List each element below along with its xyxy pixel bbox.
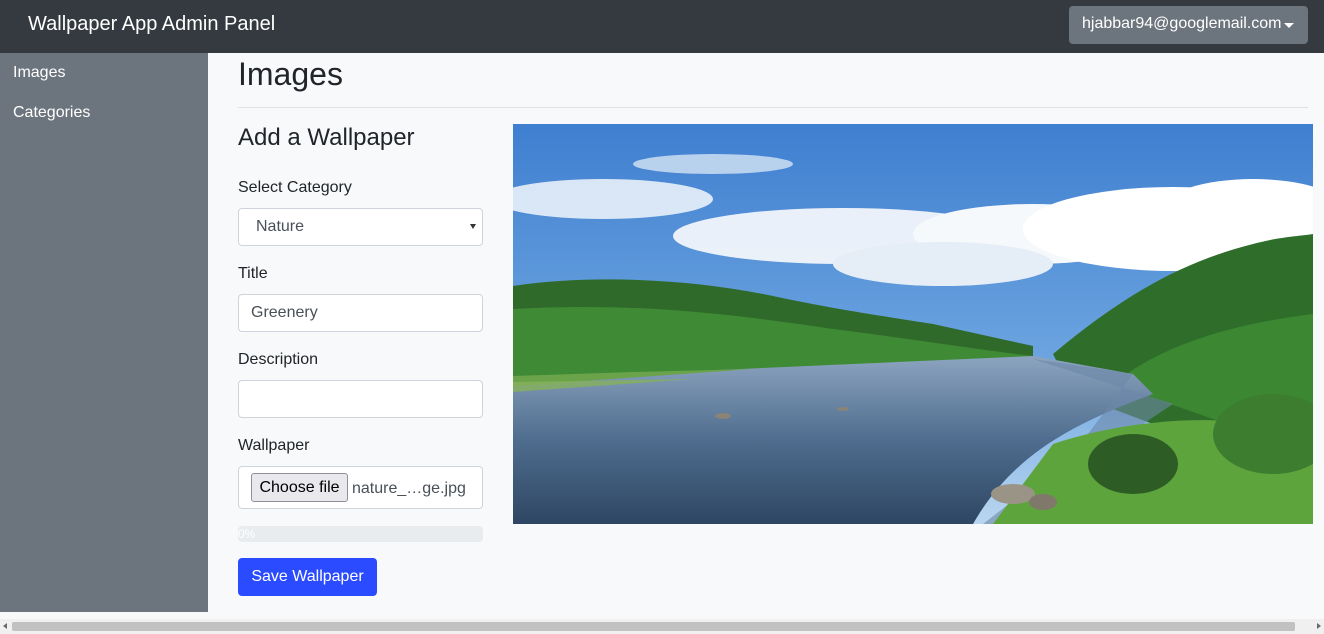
scroll-left-arrow-icon[interactable] [3,623,7,629]
category-select[interactable]: Nature [238,208,483,246]
sidebar: Images Categories [0,53,208,612]
category-selected-value: Nature [256,218,305,235]
selected-file-name: nature_…ge.jpg [352,480,466,497]
wallpaper-preview-image [513,124,1313,524]
page-title: Images [238,56,343,92]
caret-down-icon [1284,23,1294,28]
wallpaper-file-input[interactable]: Choose file nature_…ge.jpg [238,466,483,509]
form-heading: Add a Wallpaper [238,124,415,151]
category-label: Select Category [238,179,352,196]
upload-progress-label: 0% [238,527,256,541]
wallpaper-label: Wallpaper [238,437,310,454]
title-input-value: Greenery [251,304,318,321]
user-email: hjabbar94@googlemail.com [1082,15,1282,32]
sidebar-item-images[interactable]: Images [13,64,65,82]
horizontal-scrollbar[interactable] [0,619,1324,634]
landscape-photo-icon [513,124,1313,524]
scrollbar-thumb[interactable] [12,622,1295,631]
title-label: Title [238,265,268,282]
save-wallpaper-button[interactable]: Save Wallpaper [238,558,377,596]
app-brand[interactable]: Wallpaper App Admin Panel [28,13,275,36]
top-navbar: Wallpaper App Admin Panel hjabbar94@goog… [0,0,1324,53]
dropdown-arrow-icon [470,224,476,229]
divider [238,107,1308,108]
sidebar-item-categories[interactable]: Categories [13,104,90,122]
scroll-right-arrow-icon[interactable] [1317,623,1321,629]
user-menu-dropdown[interactable]: hjabbar94@googlemail.com [1069,6,1308,44]
title-input[interactable]: Greenery [238,294,483,332]
description-input[interactable] [238,380,483,418]
choose-file-button[interactable]: Choose file [251,473,348,502]
main-content: Images Add a Wallpaper Select Category N… [208,53,1324,612]
upload-progress-bar: 0% [238,526,483,542]
description-label: Description [238,351,319,368]
